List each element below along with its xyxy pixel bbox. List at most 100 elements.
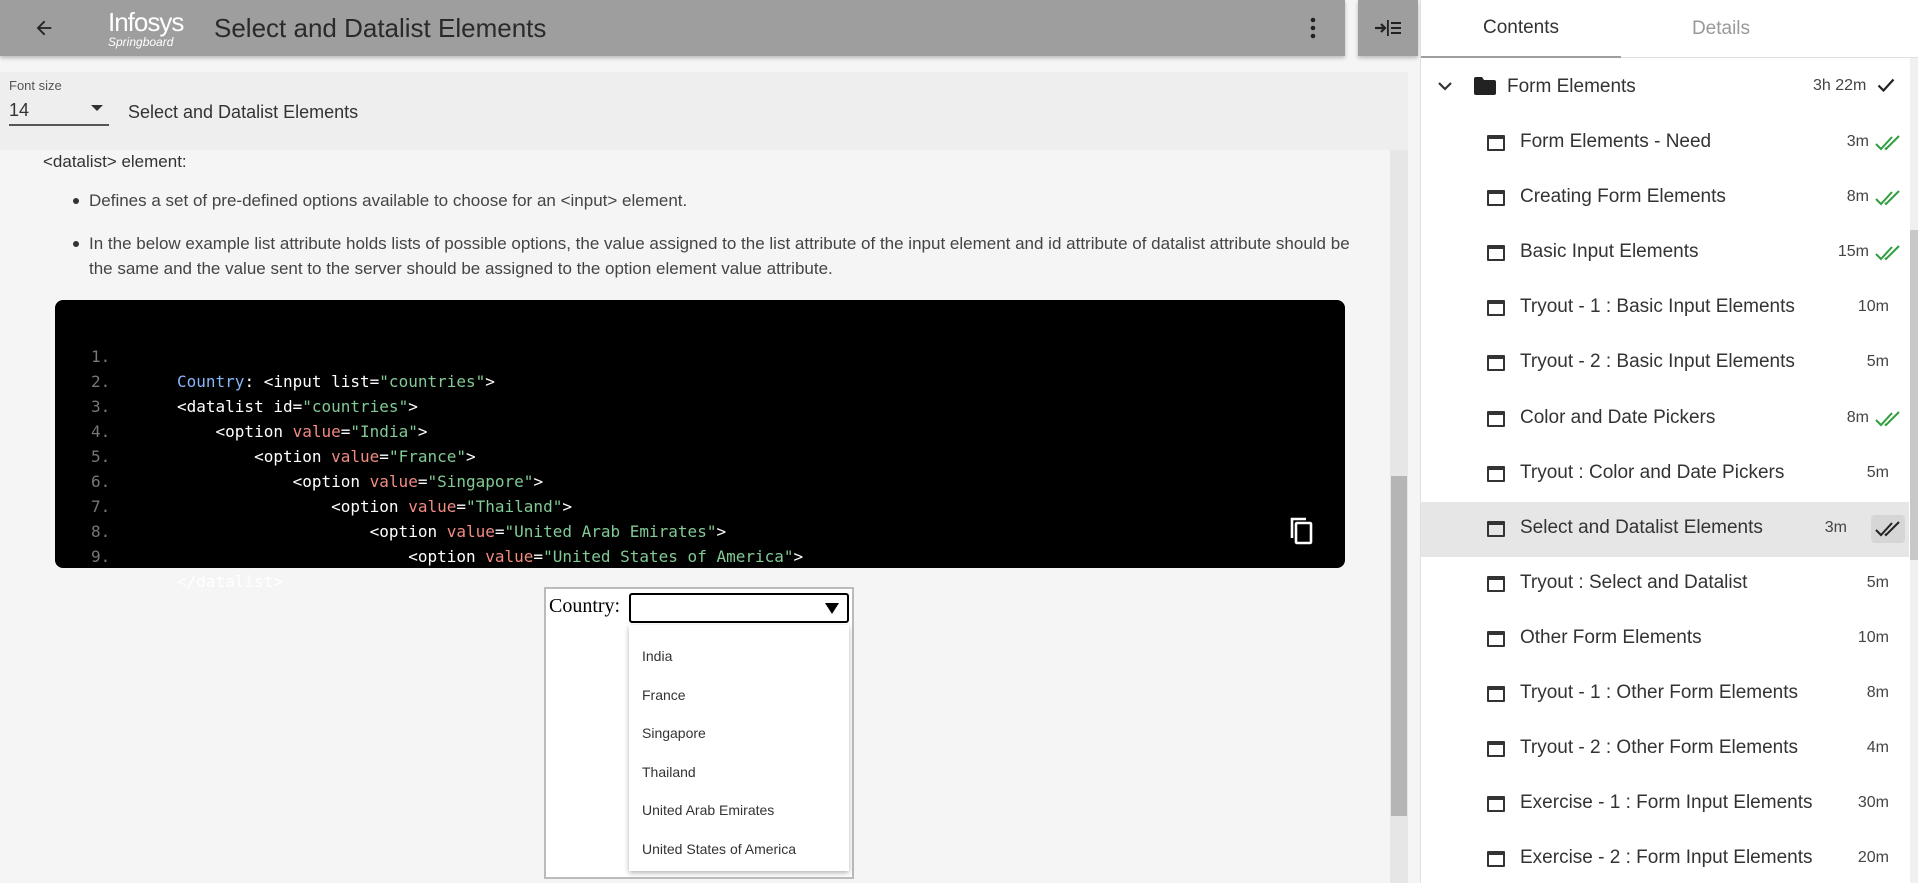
- lesson-duration: 10m: [1857, 628, 1889, 646]
- lesson-window-icon: [1487, 741, 1505, 758]
- check-icon: [1877, 78, 1895, 92]
- section-duration: 3h 22m: [1813, 77, 1867, 94]
- double-check-icon: [1875, 410, 1900, 426]
- lesson-duration: 5m: [1866, 463, 1889, 481]
- double-check-icon: [1875, 520, 1900, 537]
- lesson-duration: 3m: [1846, 133, 1869, 150]
- code-token: value: [408, 497, 457, 516]
- section-title: Form Elements: [1507, 76, 1636, 97]
- code-line: 4. <option value="France">: [55, 394, 476, 466]
- panel-scrollbar-thumb[interactable]: [1910, 230, 1918, 560]
- lesson-name: Form Elements - Need: [1520, 131, 1712, 152]
- top-app-bar: Infosys Springboard Select and Datalist …: [0, 0, 1345, 56]
- datalist-dropdown: India France Singapore Thailand United A…: [629, 625, 849, 871]
- code-line: 3. <option value="India">: [55, 369, 427, 441]
- code-token: =: [379, 447, 389, 466]
- lesson-duration: 8m: [1846, 408, 1869, 426]
- lesson-window-icon: [1487, 851, 1505, 868]
- bullet-item: In the below example list attribute hold…: [73, 231, 1369, 281]
- chevron-down-icon: [1438, 82, 1452, 91]
- line-number: 9.: [91, 547, 111, 566]
- lesson-item[interactable]: Form Elements - Need 3m: [1421, 116, 1909, 171]
- code-token: "United Arab Emirates": [504, 522, 717, 541]
- lesson-item[interactable]: Select and Datalist Elements 3m: [1421, 501, 1909, 557]
- folder-icon: [1474, 77, 1496, 95]
- lesson-name: Color and Date Pickers: [1520, 406, 1716, 428]
- country-label: Country:: [549, 595, 621, 617]
- lesson-item[interactable]: Tryout - 2 : Other Form Elements 4m: [1421, 722, 1909, 777]
- lesson-item[interactable]: Tryout : Select and Datalist 5m: [1421, 557, 1909, 612]
- course-contents-panel: Contents Details Form Elements 3h 22m Fo…: [1420, 0, 1918, 883]
- lesson-item[interactable]: Exercise - 2 : Form Input Elements 20m: [1421, 832, 1909, 883]
- lesson-duration: 8m: [1866, 684, 1889, 701]
- datalist-option[interactable]: Thailand: [629, 753, 849, 792]
- lesson-window-icon: [1487, 410, 1505, 427]
- topic-name: Select and Datalist Elements: [128, 102, 359, 122]
- copy-icon: [1290, 517, 1313, 545]
- lesson-item[interactable]: Tryout - 2 : Basic Input Elements 5m: [1421, 336, 1909, 391]
- lesson-name: Creating Form Elements: [1520, 186, 1726, 208]
- code-token: Country: [177, 372, 245, 391]
- lesson-duration: 5m: [1866, 353, 1889, 371]
- code-token: : <input list=: [244, 372, 380, 391]
- lesson-item[interactable]: Tryout - 1 : Other Form Elements 8m: [1421, 667, 1909, 722]
- content-scrollbar-thumb[interactable]: [1391, 476, 1407, 816]
- lesson-window-icon: [1487, 630, 1505, 647]
- lesson-name: Other Form Elements: [1520, 626, 1702, 648]
- datalist-option[interactable]: United Arab Emirates: [629, 791, 849, 830]
- code-token: value: [292, 422, 341, 441]
- lesson-duration: 5m: [1866, 573, 1889, 591]
- lesson-item[interactable]: Exercise - 1 : Form Input Elements 30m: [1421, 777, 1909, 832]
- lesson-window-icon: [1487, 135, 1505, 151]
- code-token: <option: [177, 522, 447, 541]
- lesson-item[interactable]: Other Form Elements 10m: [1421, 612, 1909, 667]
- lesson-item[interactable]: Tryout - 1 : Basic Input Elements 10m: [1421, 281, 1909, 336]
- code-token: value: [331, 447, 380, 466]
- lesson-item[interactable]: Tryout : Color and Date Pickers 5m: [1421, 447, 1909, 502]
- lesson-window-icon: [1487, 575, 1505, 592]
- section-form-elements[interactable]: Form Elements 3h 22m: [1421, 62, 1909, 114]
- country-input[interactable]: [629, 593, 849, 623]
- datalist-option[interactable]: Singapore: [629, 714, 849, 753]
- double-check-icon: [1875, 245, 1900, 261]
- code-token: "United States of America": [543, 547, 794, 566]
- lesson-duration: 3m: [1824, 518, 1847, 536]
- lesson-window-icon: [1487, 355, 1505, 372]
- lesson-name: Exercise - 1 : Form Input Elements: [1520, 792, 1813, 814]
- font-size-select[interactable]: 14: [9, 96, 109, 126]
- code-line: 6. <option value="Thailand">: [55, 444, 572, 516]
- code-token: "Thailand": [466, 497, 563, 516]
- lesson-item[interactable]: Creating Form Elements 8m: [1421, 171, 1909, 226]
- lesson-window-icon: [1487, 686, 1505, 702]
- datalist-option[interactable]: France: [629, 676, 849, 715]
- tab-contents[interactable]: Contents: [1421, 0, 1621, 58]
- code-text: <option value="United States of America"…: [177, 544, 803, 569]
- back-button[interactable]: [0, 0, 88, 56]
- toggle-sidebar-button[interactable]: [1358, 0, 1418, 56]
- panel-tabs: Contents Details: [1421, 0, 1918, 58]
- lesson-duration: 10m: [1857, 298, 1889, 316]
- arrow-left-icon: [36, 20, 52, 36]
- datalist-arrow-icon[interactable]: [825, 603, 839, 614]
- code-token: <datalist id=: [177, 397, 303, 416]
- datalist-option[interactable]: United States of America: [629, 830, 849, 869]
- code-token: >: [716, 522, 727, 541]
- lesson-duration: 20m: [1857, 849, 1889, 867]
- lesson-name: Tryout - 2 : Basic Input Elements: [1520, 351, 1795, 373]
- lesson-window-icon: [1487, 465, 1505, 482]
- code-text: </datalist>: [177, 569, 283, 594]
- lesson-name: Tryout : Color and Date Pickers: [1520, 461, 1785, 483]
- lesson-item[interactable]: Basic Input Elements 15m: [1421, 226, 1909, 281]
- lesson-item[interactable]: Color and Date Pickers 8m: [1421, 392, 1909, 447]
- more-options-button[interactable]: [1281, 0, 1345, 56]
- font-size-value: 14: [9, 100, 30, 120]
- datalist-option[interactable]: India: [629, 637, 849, 676]
- tab-details[interactable]: Details: [1621, 0, 1821, 58]
- infosys-springboard-logo: Infosys Springboard: [108, 6, 184, 49]
- page-title: Select and Datalist Elements: [214, 12, 547, 43]
- copy-code-button[interactable]: [1287, 516, 1319, 552]
- dropdown-arrow-icon: [91, 105, 103, 111]
- lesson-name: Tryout - 2 : Other Form Elements: [1520, 737, 1799, 759]
- code-token: </datalist>: [177, 572, 283, 591]
- lesson-name: Tryout - 1 : Other Form Elements: [1520, 682, 1799, 703]
